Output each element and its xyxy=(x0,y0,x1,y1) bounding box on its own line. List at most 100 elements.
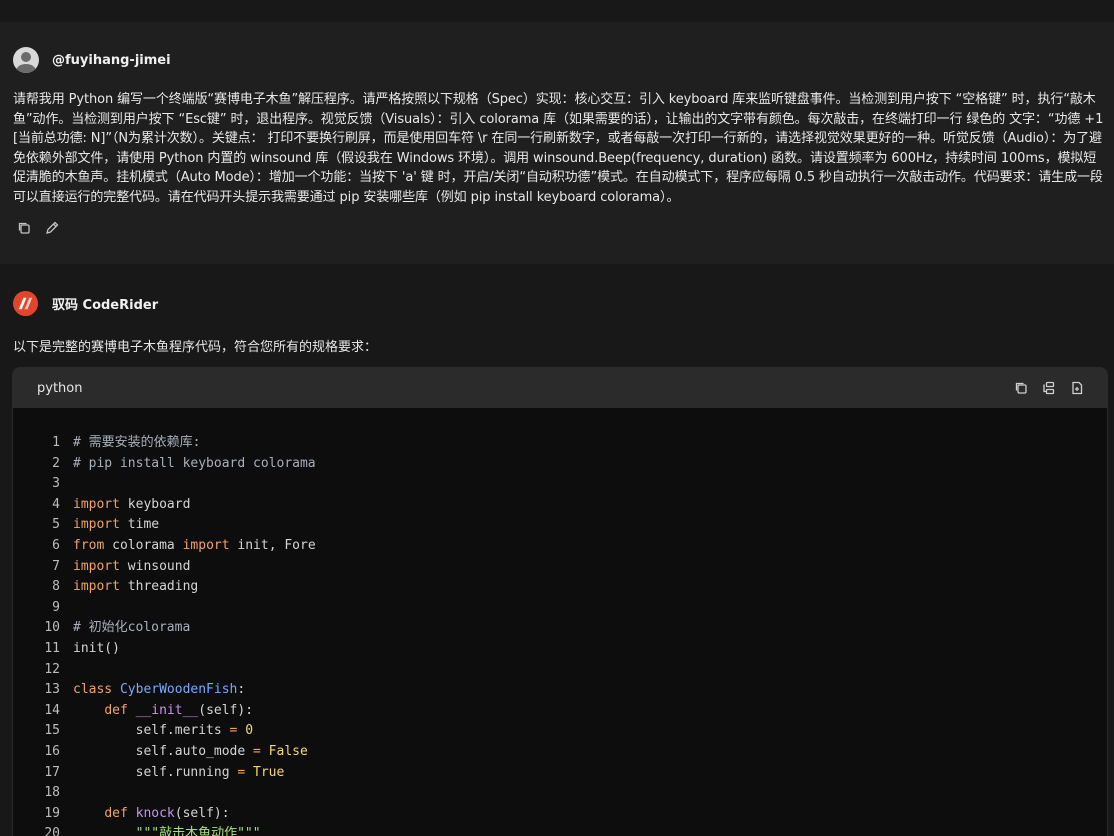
bot-message-block: 驭码 CodeRider 以下是完整的赛博电子木鱼程序代码，符合您所有的规格要求… xyxy=(0,264,1114,836)
code-token: 0 xyxy=(245,723,254,739)
line-number: 12 xyxy=(44,661,60,677)
code-text: import winsound xyxy=(73,557,190,578)
code-text: def __init__(self): xyxy=(73,701,253,722)
code-token: self.auto_mode xyxy=(73,743,254,759)
line-number: 5 xyxy=(52,517,60,533)
wrap-icon[interactable] xyxy=(1041,380,1057,396)
code-token: self.merits xyxy=(73,723,230,739)
code-toolbar xyxy=(1013,380,1085,396)
code-text: def knock(self): xyxy=(73,804,230,825)
code-token: init() xyxy=(73,640,120,656)
code-token: __init__ xyxy=(135,702,199,718)
line-number: 3 xyxy=(52,476,60,492)
code-text: self.running = True xyxy=(73,763,285,784)
code-token: time xyxy=(119,517,160,533)
line-number: 1 xyxy=(52,435,60,450)
code-line: 17 self.running = True xyxy=(13,763,1107,784)
code-line: 10 # 初始化colorama xyxy=(13,618,1107,639)
coderider-logo-icon xyxy=(12,290,39,316)
code-line: 3 xyxy=(13,474,1107,495)
code-token: # 初始化colorama xyxy=(73,620,191,636)
code-token: False xyxy=(268,743,308,759)
code-text: # pip install keyboard colorama xyxy=(73,454,316,475)
code-line: 11 init() xyxy=(13,639,1107,660)
code-line: 4 import keyboard xyxy=(13,495,1107,516)
code-line: 6 from colorama import init, Fore xyxy=(13,536,1107,557)
code-text: """敲击木鱼动作""" xyxy=(73,824,261,836)
code-token: threading xyxy=(119,579,199,595)
bot-intro-text: 以下是完整的赛博电子木鱼程序代码，符合您所有的规格要求： xyxy=(13,340,378,355)
user-prompt-text: 请帮我用 Python 编写一个终端版“赛博电子木鱼”解压程序。请严格按照以下规… xyxy=(13,92,1104,205)
code-text: self.merits = 0 xyxy=(73,721,253,742)
insert-icon[interactable] xyxy=(1069,380,1085,396)
line-number: 18 xyxy=(44,785,60,801)
code-block: python 1 # 需要安装的依赖库: 2 # pip install key… xyxy=(12,367,1108,836)
code-line: 7 import winsound xyxy=(13,557,1107,578)
code-token: from xyxy=(73,537,105,553)
code-token: import xyxy=(73,496,120,512)
code-token: : xyxy=(237,682,246,698)
code-token: CyberWoodenFish xyxy=(119,682,238,698)
code-line: 2 # pip install keyboard colorama xyxy=(13,454,1107,475)
code-token: colorama xyxy=(104,537,183,553)
code-line: 16 self.auto_mode = False xyxy=(13,742,1107,763)
code-token: # 需要安装的依赖库: xyxy=(73,435,201,450)
code-line: 1 # 需要安装的依赖库: xyxy=(13,433,1107,454)
copy-icon[interactable] xyxy=(16,220,32,236)
code-token: """敲击木鱼动作""" xyxy=(135,826,261,836)
code-line: 5 import time xyxy=(13,515,1107,536)
code-line: 15 self.merits = 0 xyxy=(13,721,1107,742)
code-content: 1 # 需要安装的依赖库: 2 # pip install keyboard colo… xyxy=(13,408,1107,836)
code-token: winsound xyxy=(119,558,191,574)
bot-header: 驭码 CodeRider xyxy=(0,290,1114,316)
code-token: (self): xyxy=(174,805,230,821)
code-token: import xyxy=(73,579,120,595)
code-token: class xyxy=(73,682,113,698)
code-line: 19 def knock(self): xyxy=(13,804,1107,825)
code-line: 12 xyxy=(13,660,1107,681)
code-line: 13 class CyberWoodenFish: xyxy=(13,680,1107,701)
code-token: (self): xyxy=(198,702,254,718)
line-number: 17 xyxy=(44,764,60,780)
code-token: knock xyxy=(135,805,175,821)
code-text: import threading xyxy=(73,577,198,598)
code-token: import xyxy=(73,558,120,574)
line-number: 16 xyxy=(44,743,60,759)
line-number: 9 xyxy=(52,599,60,615)
line-number: 20 xyxy=(44,826,60,836)
code-line: 14 def __init__(self): xyxy=(13,701,1107,722)
code-token: = xyxy=(253,743,261,759)
top-strip xyxy=(0,0,1114,22)
code-token: self.running xyxy=(73,764,238,780)
user-avatar-icon xyxy=(13,47,39,73)
line-number: 14 xyxy=(44,702,60,718)
code-token: import xyxy=(73,517,120,533)
user-message-block: @fuyihang-jimei 请帮我用 Python 编写一个终端版“赛博电子… xyxy=(0,22,1114,264)
code-text: self.auto_mode = False xyxy=(73,742,308,763)
line-number: 4 xyxy=(52,496,60,512)
code-header: python xyxy=(13,368,1107,408)
code-text: import keyboard xyxy=(73,495,190,516)
username: @fuyihang-jimei xyxy=(52,52,171,68)
line-number: 15 xyxy=(44,723,60,739)
code-text: init() xyxy=(73,639,120,660)
code-text: # 初始化colorama xyxy=(73,618,190,639)
copy-icon[interactable] xyxy=(1013,380,1029,396)
user-header: @fuyihang-jimei xyxy=(0,46,1114,74)
line-number: 11 xyxy=(44,640,60,656)
code-token: keyboard xyxy=(119,496,191,512)
code-line: 18 xyxy=(13,783,1107,804)
code-token: # pip install keyboard colorama xyxy=(73,455,316,471)
code-line: 20 """敲击木鱼动作""" xyxy=(13,824,1107,836)
code-token: init, Fore xyxy=(229,537,316,553)
bot-name: 驭码 CodeRider xyxy=(52,297,159,313)
edit-icon[interactable] xyxy=(44,220,60,236)
line-number: 8 xyxy=(52,579,60,595)
